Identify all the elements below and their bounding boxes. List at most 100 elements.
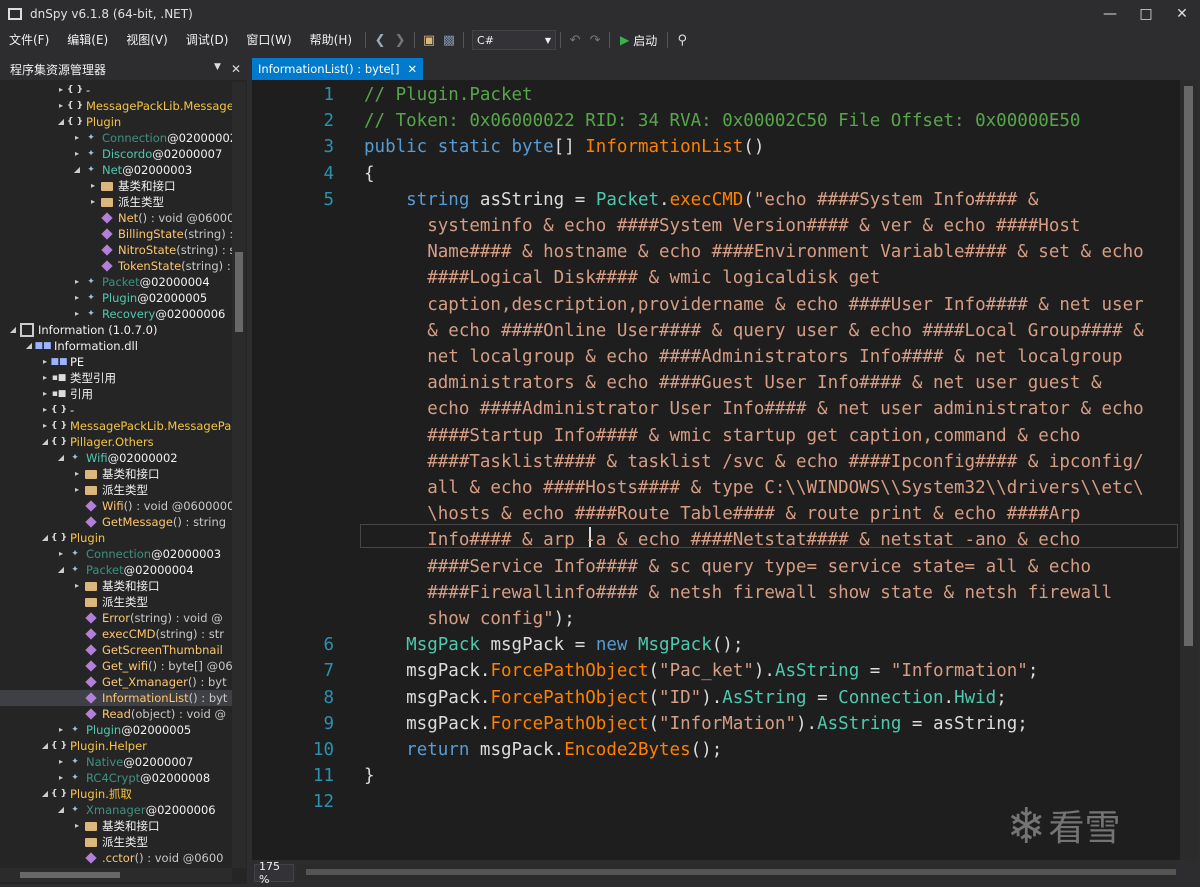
expander-icon[interactable]: ◢ (56, 802, 66, 818)
expander-icon[interactable]: ▸ (88, 194, 98, 210)
expander-icon[interactable]: ▸ (56, 546, 66, 562)
expander-icon[interactable]: ▸ (88, 178, 98, 194)
menu-file[interactable]: 文件(F) (0, 28, 58, 52)
expander-icon[interactable]: ▸ (40, 370, 50, 386)
tree-node[interactable]: ▸ ▪■ 引用 (0, 386, 232, 402)
save-all-icon[interactable]: ▩ (439, 30, 459, 50)
tree-node[interactable]: ▸ ✦ Plugin @02000005 (0, 290, 232, 306)
expander-icon[interactable]: ▸ (72, 482, 82, 498)
tree-node[interactable]: ◢{ } Plugin (0, 114, 232, 130)
tree-node[interactable]: Error (string) : void @ (0, 610, 232, 626)
tree-node[interactable]: ◢ ✦ Net @02000003 (0, 162, 232, 178)
tree-node[interactable]: Net() : void @0600000 (0, 210, 232, 226)
tree-node[interactable]: TokenState(string) : st (0, 258, 232, 274)
tree-node[interactable]: ◢ Information (1.0.7.0) (0, 322, 232, 338)
tree-node[interactable]: NitroState(string) : st (0, 242, 232, 258)
tree-node[interactable]: ▸{ } - (0, 82, 232, 98)
search-icon[interactable]: ⚲ (672, 30, 692, 50)
tree-node[interactable]: ▸ ✦ Recovery @02000006 (0, 306, 232, 322)
tree-node[interactable]: ▸ 派生类型 (0, 194, 232, 210)
tree-node[interactable]: ◢ ✦ Xmanager @02000006 (0, 802, 232, 818)
redo-icon[interactable]: ↷ (585, 30, 605, 50)
tree-node[interactable]: ▸{ }MessagePackLib.MessagePack (0, 98, 232, 114)
back-icon[interactable]: ❮ (370, 30, 390, 50)
open-folder-icon[interactable]: ▣ (419, 30, 439, 50)
expander-icon[interactable]: ▸ (56, 754, 66, 770)
expander-icon[interactable]: ▸ (40, 418, 50, 434)
expander-icon[interactable]: ◢ (40, 530, 50, 546)
scrollbar-thumb[interactable] (306, 869, 1176, 875)
expander-icon[interactable]: ◢ (40, 738, 50, 754)
expander-icon[interactable]: ▸ (56, 722, 66, 738)
expander-icon[interactable]: ◢ (40, 786, 50, 802)
tree-node[interactable]: BillingState(string) : st (0, 226, 232, 242)
expander-icon[interactable]: ▸ (72, 290, 82, 306)
tree-node[interactable]: ▸ 基类和接口 (0, 818, 232, 834)
undo-icon[interactable]: ↶ (565, 30, 585, 50)
expander-icon[interactable]: ▸ (56, 770, 66, 786)
menu-window[interactable]: 窗口(W) (237, 28, 300, 52)
expander-icon[interactable]: ◢ (56, 450, 66, 466)
expander-icon[interactable]: ◢ (40, 434, 50, 450)
tree-node[interactable]: ▸{ }MessagePackLib.MessagePack (0, 418, 232, 434)
tree-node[interactable]: execCMD (string) : str (0, 626, 232, 642)
tree-node[interactable]: ▸ ✦ Plugin @02000005 (0, 722, 232, 738)
scrollbar-thumb[interactable] (1184, 86, 1193, 646)
tree-node[interactable]: ◢{ } Plugin.抓取 (0, 786, 232, 802)
tree-node[interactable]: ▸ ✦ Discordo @02000007 (0, 146, 232, 162)
tree-node[interactable]: Get_wifi() : byte[] @06 (0, 658, 232, 674)
tree-node[interactable]: ◢ ✦ Wifi @02000002 (0, 450, 232, 466)
tree-node[interactable]: ◢ ■■ Information.dll (0, 338, 232, 354)
expander-icon[interactable]: ▸ (72, 578, 82, 594)
tree-node[interactable]: ◢{ } Plugin (0, 530, 232, 546)
start-button[interactable]: ▶ 启动 (614, 32, 663, 49)
expander-icon[interactable]: ▸ (40, 402, 50, 418)
menu-debug[interactable]: 调试(D) (177, 28, 238, 52)
tree-node[interactable]: Read (object) : void @ (0, 706, 232, 722)
expander-icon[interactable]: ▸ (72, 130, 82, 146)
menu-help[interactable]: 帮助(H) (301, 28, 361, 52)
expander-icon[interactable]: ▸ (40, 354, 50, 370)
tree-node[interactable]: GetScreenThumbnail (0, 642, 232, 658)
tree-node[interactable]: ▸ 基类和接口 (0, 466, 232, 482)
panel-dropdown-icon[interactable]: ▼ (214, 62, 221, 76)
tree-node[interactable]: Wifi() : void @0600000 (0, 498, 232, 514)
language-select[interactable]: C# ▼ (472, 30, 557, 50)
tree-node[interactable]: ▸ ✦ RC4Crypt @02000008 (0, 770, 232, 786)
expander-icon[interactable]: ▸ (72, 146, 82, 162)
tree-node[interactable]: ▸{ } - (0, 402, 232, 418)
tree-node[interactable]: Get_Xmanager() : byt (0, 674, 232, 690)
tree-node[interactable]: ▸ ▪■ 类型引用 (0, 370, 232, 386)
expander-icon[interactable]: ◢ (56, 114, 66, 130)
expander-icon[interactable]: ▸ (72, 306, 82, 322)
minimize-button[interactable]: — (1092, 0, 1128, 28)
expander-icon[interactable]: ▸ (72, 274, 82, 290)
tree-node[interactable]: GetMessage() : string (0, 514, 232, 530)
expander-icon[interactable]: ▸ (56, 98, 66, 114)
tree-node[interactable]: ◢{ } Pillager.Others (0, 434, 232, 450)
maximize-button[interactable]: □ (1128, 0, 1164, 28)
tree-horizontal-scrollbar[interactable] (0, 868, 232, 882)
tree-node[interactable]: .cctor() : void @0600 (0, 850, 232, 866)
expander-icon[interactable]: ▸ (56, 82, 66, 98)
tree-node[interactable]: ▸ ✦ Connection @02000003 (0, 546, 232, 562)
expander-icon[interactable]: ◢ (56, 562, 66, 578)
tree-node[interactable]: ◢ ✦ Packet @02000004 (0, 562, 232, 578)
tree-node[interactable]: ▸ ✦ Native @02000007 (0, 754, 232, 770)
tree-node[interactable]: 派生类型 (0, 594, 232, 610)
tree-node[interactable]: InformationList() : byt (0, 690, 232, 706)
tree-node[interactable]: ▸ 派生类型 (0, 482, 232, 498)
tree-node[interactable]: ▸ 基类和接口 (0, 178, 232, 194)
expander-icon[interactable]: ▸ (72, 466, 82, 482)
expander-icon[interactable]: ▸ (40, 386, 50, 402)
editor-vertical-scrollbar[interactable] (1180, 80, 1198, 860)
expander-icon[interactable]: ◢ (72, 162, 82, 178)
menu-edit[interactable]: 编辑(E) (58, 28, 117, 52)
expander-icon[interactable]: ▸ (72, 818, 82, 834)
tree-node[interactable]: 派生类型 (0, 834, 232, 850)
panel-close-icon[interactable]: ✕ (231, 62, 241, 76)
tree-node[interactable]: ▸ ✦ Packet @02000004 (0, 274, 232, 290)
scrollbar-thumb[interactable] (235, 252, 243, 332)
tree-vertical-scrollbar[interactable] (232, 82, 246, 868)
close-window-button[interactable]: ✕ (1164, 0, 1200, 28)
